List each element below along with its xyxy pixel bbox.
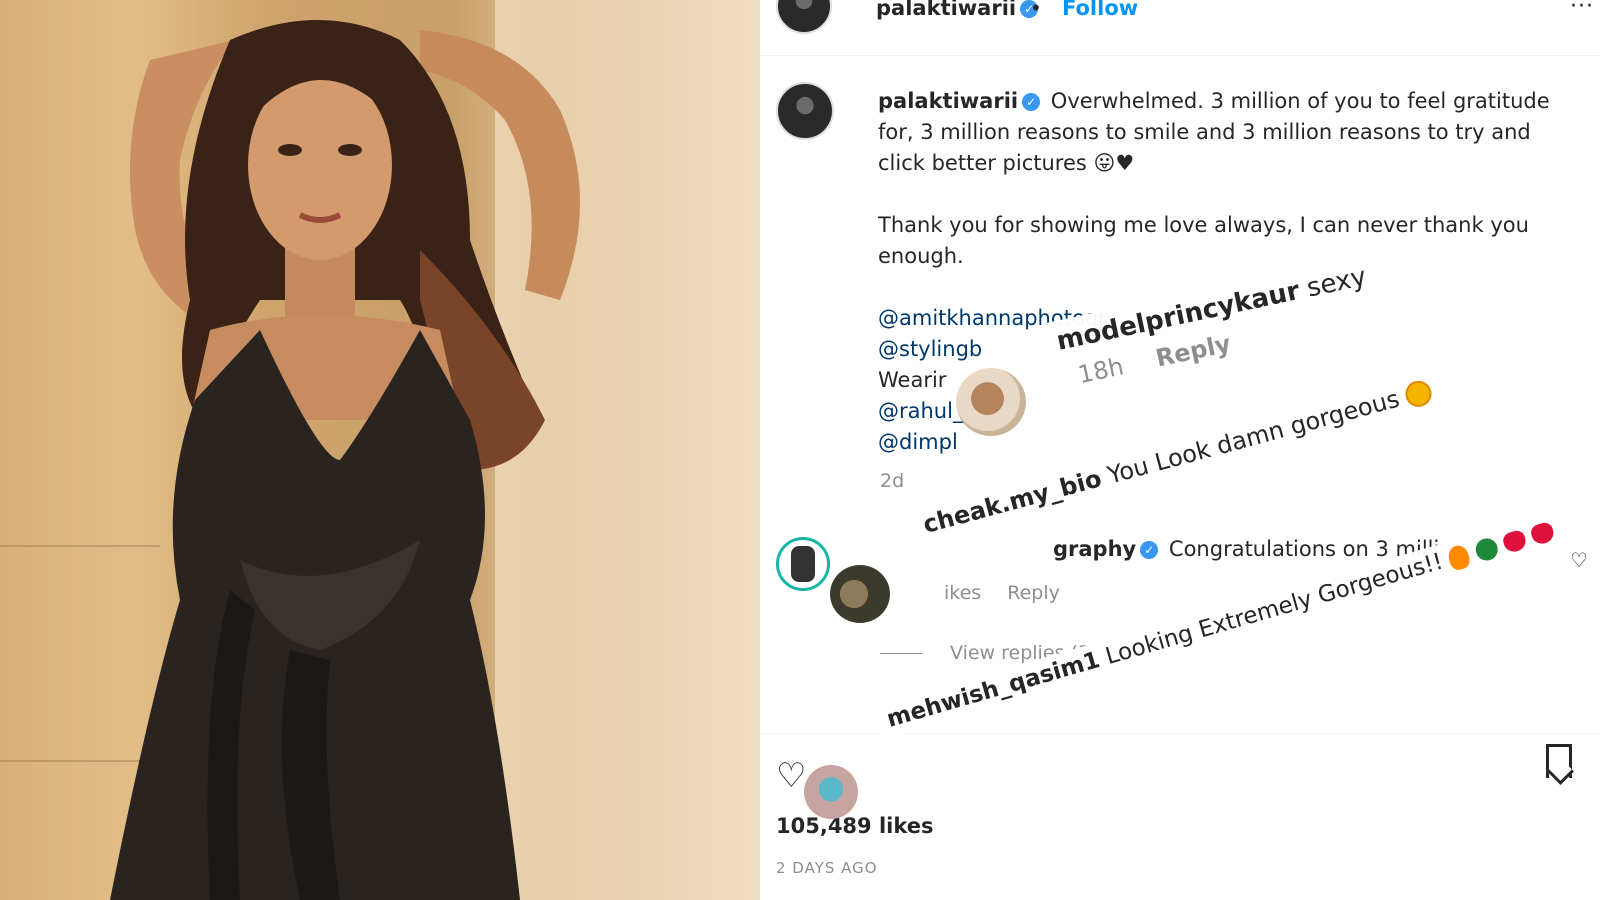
- caption-paragraph-2: Thank you for showing me love always, I …: [878, 213, 1536, 268]
- commenter-avatar[interactable]: [776, 537, 830, 591]
- post-header: palaktiwarii ✓ • Follow ···: [760, 0, 1600, 56]
- caption-username[interactable]: palaktiwarii: [878, 89, 1018, 113]
- replies-line: [880, 653, 922, 654]
- comment-likes[interactable]: ikes: [944, 582, 981, 604]
- heart-emoji-icon: [1529, 520, 1557, 546]
- author-avatar[interactable]: [776, 0, 832, 34]
- caption-paragraph-1: palaktiwarii ✓ Overwhelmed. 3 million of …: [878, 86, 1578, 179]
- heart-eyes-emoji-icon: [1403, 377, 1435, 410]
- caption-avatar[interactable]: [776, 82, 834, 140]
- like-heart-icon[interactable]: ♡: [776, 756, 806, 796]
- fire-emoji-icon: [1446, 542, 1473, 572]
- comment-meta: ikes Reply: [944, 582, 1060, 604]
- more-options-icon[interactable]: ···: [1570, 0, 1594, 19]
- overlay-text: sexy: [1304, 261, 1369, 304]
- overlay-avatar[interactable]: [804, 765, 858, 819]
- posted-date: 2 DAYS AGO: [776, 859, 878, 877]
- comment-reply-button[interactable]: Reply: [1007, 582, 1060, 604]
- header-username-wrap[interactable]: palaktiwarii ✓: [876, 0, 1042, 20]
- comment-row: graphy ✓ Congratulations on 3 milli: [878, 537, 1439, 561]
- bookmark-icon[interactable]: [1546, 744, 1572, 778]
- rose-emoji-icon: [1472, 535, 1500, 563]
- verified-icon: ✓: [1140, 541, 1159, 559]
- post-actions: ♡ 105,489 likes 2 DAYS AGO: [760, 733, 1600, 900]
- post-photo[interactable]: [0, 0, 760, 900]
- caption-time: 2d: [880, 470, 905, 492]
- follow-button[interactable]: Follow: [1062, 0, 1138, 20]
- heart-emoji-icon: [1501, 528, 1528, 554]
- caption-emoji: 😛♥: [1093, 151, 1135, 175]
- model-figure: [110, 20, 580, 900]
- comment-like-icon[interactable]: ♡: [1570, 548, 1588, 572]
- overlay-avatar[interactable]: [830, 565, 890, 623]
- likes-count[interactable]: 105,489 likes: [776, 814, 934, 838]
- overlay-time: 18h: [1075, 352, 1127, 390]
- header-username[interactable]: palaktiwarii: [876, 0, 1016, 20]
- comment-username[interactable]: graphy: [1053, 537, 1136, 561]
- overlay-avatar[interactable]: [956, 368, 1026, 436]
- separator-dot: •: [1030, 0, 1042, 20]
- verified-icon: ✓: [1022, 93, 1041, 111]
